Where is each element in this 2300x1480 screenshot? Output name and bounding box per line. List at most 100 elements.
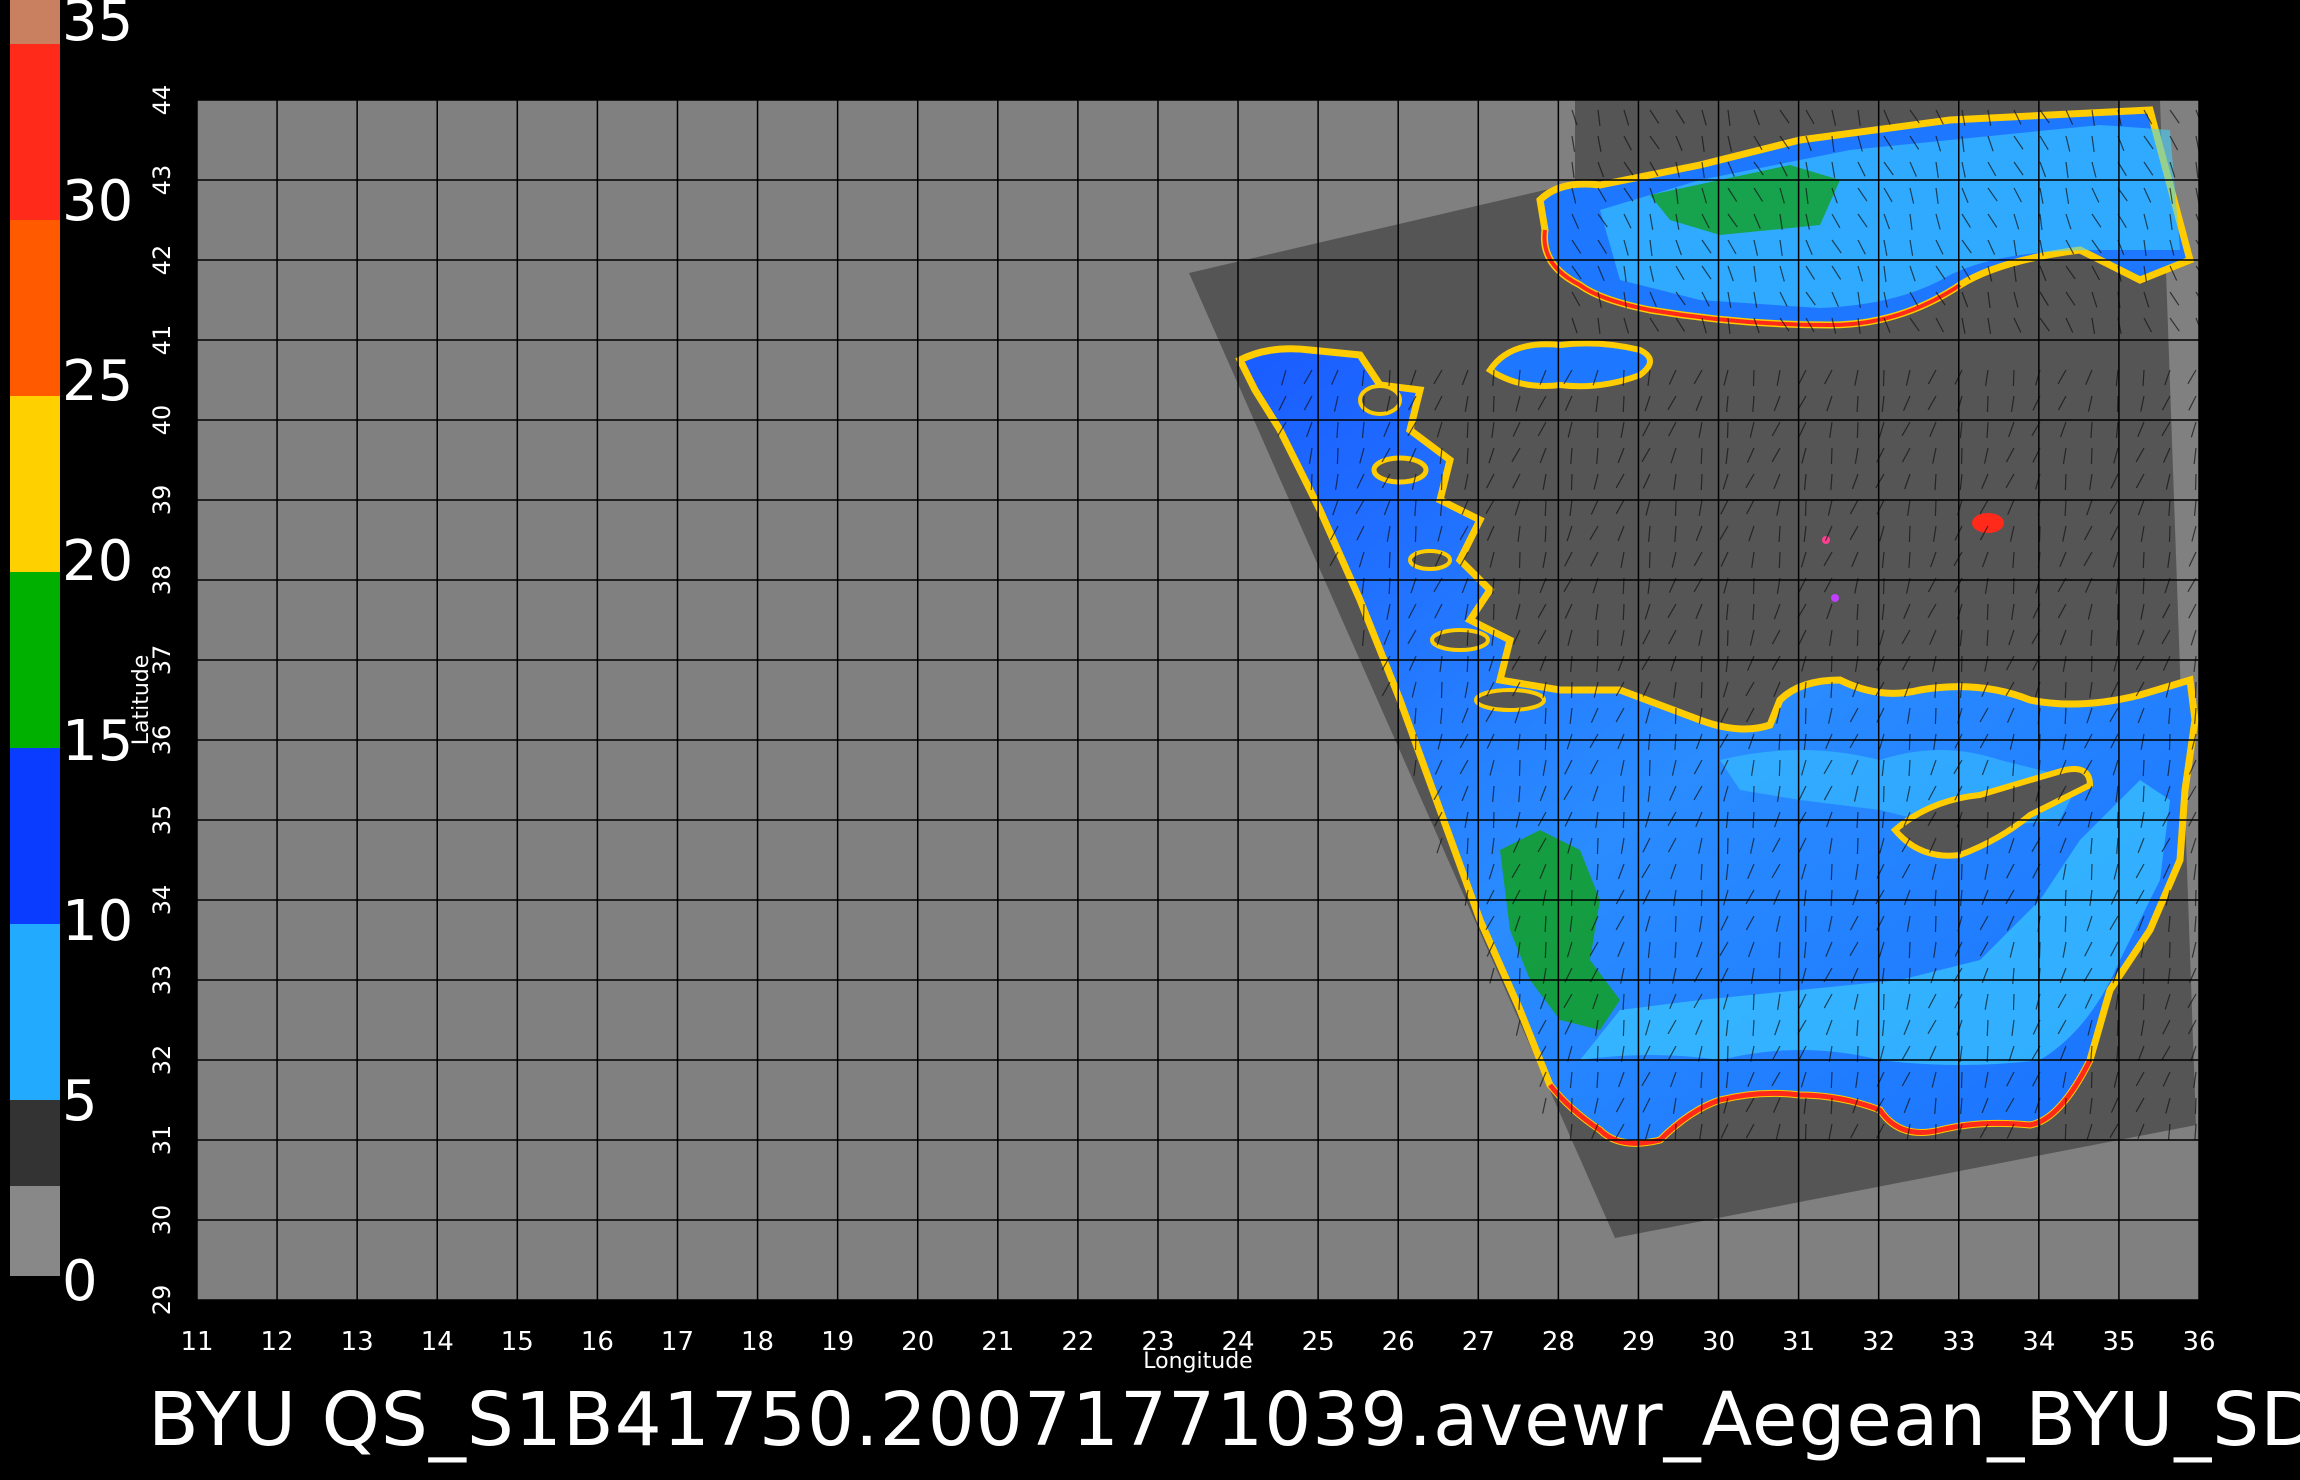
wind-barb bbox=[2142, 551, 2145, 569]
wind-barb bbox=[1466, 629, 1469, 647]
y-tick-40: 40 bbox=[148, 405, 176, 436]
colorbar-tick-10: 10 bbox=[62, 889, 133, 954]
wind-barb bbox=[2194, 889, 2197, 907]
wind-barb bbox=[1856, 421, 1859, 439]
aegean-island-3 bbox=[1430, 628, 1490, 652]
wind-barb bbox=[1986, 603, 1989, 621]
wind-barb bbox=[1778, 551, 1781, 569]
wind-barb bbox=[1908, 733, 1911, 751]
wind-barb bbox=[1414, 733, 1417, 751]
colorbar-segment-6 bbox=[10, 924, 60, 1100]
wind-barb bbox=[2064, 473, 2067, 491]
wind-barb bbox=[1700, 889, 1703, 907]
colorbar-tick-20: 20 bbox=[62, 529, 133, 594]
wind-barb bbox=[1674, 707, 1677, 725]
x-tick-34: 34 bbox=[2022, 1327, 2055, 1357]
colorbar-tick-30: 30 bbox=[62, 169, 133, 234]
x-tick-28: 28 bbox=[1542, 1327, 1575, 1357]
wind-barb bbox=[1830, 447, 1833, 465]
colorbar-tick-35: 35 bbox=[62, 0, 133, 54]
x-tick-16: 16 bbox=[581, 1327, 614, 1357]
wind-barb bbox=[2090, 863, 2093, 881]
x-tick-15: 15 bbox=[501, 1327, 534, 1357]
wind-barb bbox=[1544, 499, 1547, 517]
wind-barb bbox=[1492, 603, 1495, 621]
colorbar-tick-5: 5 bbox=[62, 1069, 98, 1134]
wind-barb bbox=[1336, 447, 1339, 465]
pink-spot-2 bbox=[1831, 594, 1839, 602]
wind-barb bbox=[1830, 863, 1833, 881]
x-tick-25: 25 bbox=[1302, 1327, 1335, 1357]
aegean-island-4 bbox=[1474, 688, 1546, 712]
colorbar-segment-5 bbox=[10, 748, 60, 924]
wind-barb bbox=[2012, 369, 2015, 387]
wind-barb bbox=[2064, 889, 2067, 907]
x-tick-21: 21 bbox=[981, 1327, 1014, 1357]
wind-barb bbox=[2194, 1097, 2197, 1115]
wind-barb bbox=[1544, 733, 1547, 751]
x-tick-22: 22 bbox=[1061, 1327, 1094, 1357]
wind-barb bbox=[2012, 993, 2015, 1011]
x-tick-11: 11 bbox=[180, 1327, 213, 1357]
wind-barb bbox=[1596, 837, 1599, 855]
wind-barb bbox=[1466, 837, 1469, 855]
wind-barb bbox=[1674, 915, 1677, 933]
x-tick-26: 26 bbox=[1382, 1327, 1415, 1357]
wind-barb bbox=[2064, 1097, 2067, 1115]
y-tick-35: 35 bbox=[148, 805, 176, 836]
x-tick-13: 13 bbox=[341, 1327, 374, 1357]
wind-barb bbox=[1622, 603, 1625, 621]
x-tick-12: 12 bbox=[261, 1327, 294, 1357]
x-tick-33: 33 bbox=[1942, 1327, 1975, 1357]
x-tick-17: 17 bbox=[661, 1327, 694, 1357]
y-tick-39: 39 bbox=[148, 485, 176, 516]
colorbar-segment-0 bbox=[10, 0, 60, 44]
colorbar-tick-15: 15 bbox=[62, 709, 133, 774]
wind-barb bbox=[2064, 915, 2067, 933]
y-tick-31: 31 bbox=[148, 1125, 176, 1156]
wind-barb bbox=[1570, 473, 1573, 491]
y-tick-32: 32 bbox=[148, 1045, 176, 1076]
x-tick-35: 35 bbox=[2102, 1327, 2135, 1357]
wind-barb bbox=[1830, 655, 1833, 673]
y-tick-38: 38 bbox=[148, 565, 176, 596]
wind-barb bbox=[1778, 759, 1781, 777]
wind-barb bbox=[2168, 733, 2171, 751]
y-tick-34: 34 bbox=[148, 885, 176, 916]
wind-barb bbox=[1908, 941, 1911, 959]
colorbar-segment-3 bbox=[10, 396, 60, 572]
wind-barb bbox=[1778, 967, 1781, 985]
wind-barb bbox=[2142, 967, 2145, 985]
y-axis-label: Latitude bbox=[129, 655, 154, 746]
y-tick-43: 43 bbox=[148, 165, 176, 196]
wind-barb bbox=[1986, 395, 1989, 413]
wind-barb bbox=[1752, 785, 1755, 803]
wind-barb bbox=[2064, 681, 2067, 699]
wind-barb bbox=[1466, 655, 1469, 673]
wind-barb bbox=[1908, 525, 1911, 543]
wind-barb bbox=[1934, 915, 1937, 933]
red-spot bbox=[1972, 513, 2004, 533]
wind-barb bbox=[1544, 941, 1547, 959]
wind-barb bbox=[2090, 447, 2093, 465]
wind-barb bbox=[1622, 395, 1625, 413]
colorbar: 35 30 25 20 15 10 5 0 bbox=[10, 0, 133, 1314]
colorbar-segment-1 bbox=[10, 44, 60, 220]
wind-map-figure: 35 30 25 20 15 10 5 0 11 12 13 14 15 16 … bbox=[10, 0, 2229, 1374]
wind-barb bbox=[1518, 967, 1521, 985]
wind-barb bbox=[1700, 1097, 1703, 1115]
wind-barb bbox=[2116, 1019, 2119, 1037]
wind-barb bbox=[1700, 447, 1703, 465]
x-tick-36: 36 bbox=[2182, 1327, 2215, 1357]
x-tick-14: 14 bbox=[421, 1327, 454, 1357]
y-tick-42: 42 bbox=[148, 245, 176, 276]
wind-barb bbox=[1518, 759, 1521, 777]
colorbar-tick-25: 25 bbox=[62, 349, 133, 414]
wind-barb bbox=[2090, 655, 2093, 673]
wind-barb bbox=[1466, 421, 1469, 439]
wind-barb bbox=[1414, 525, 1417, 543]
wind-barb bbox=[1934, 499, 1937, 517]
wind-barb bbox=[1856, 629, 1859, 647]
colorbar-segment-2 bbox=[10, 220, 60, 396]
colorbar-segment-4 bbox=[10, 572, 60, 748]
